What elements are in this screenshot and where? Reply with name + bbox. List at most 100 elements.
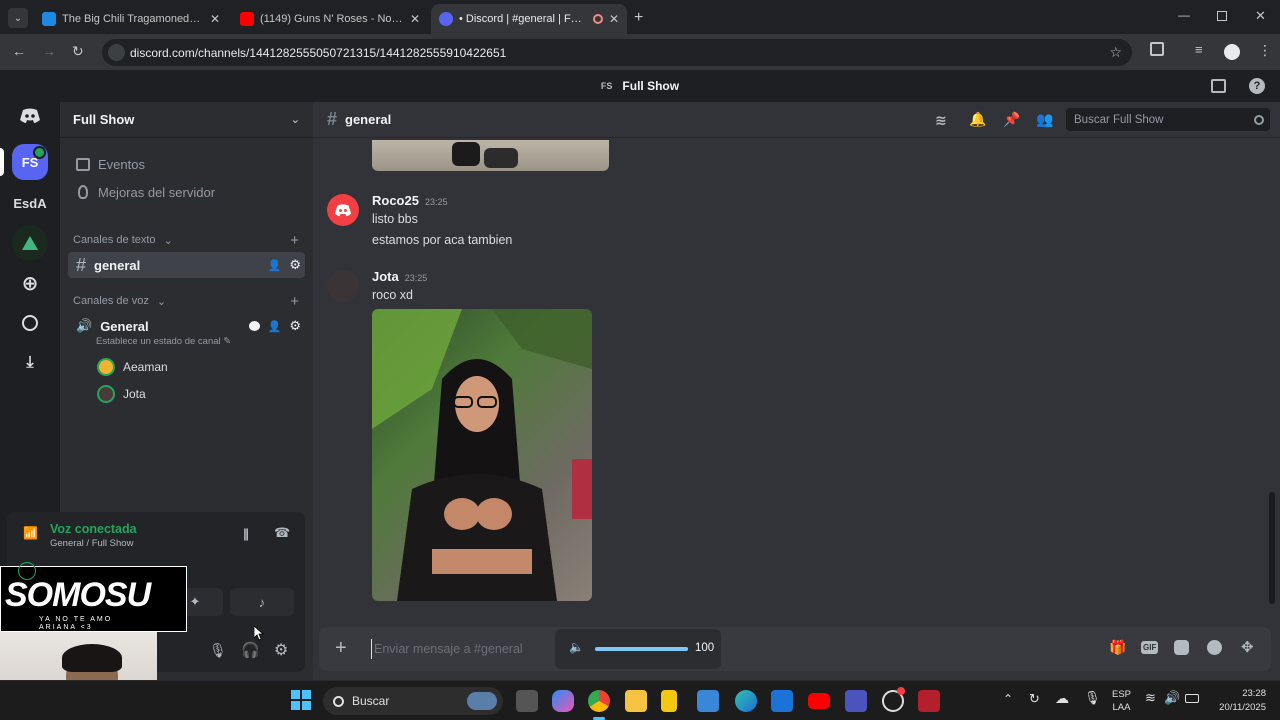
add-attachment-icon[interactable]: + bbox=[335, 637, 347, 660]
add-channel-icon[interactable]: + bbox=[290, 293, 299, 310]
chevron-up-icon[interactable]: ⌃ bbox=[1003, 692, 1013, 706]
store-icon[interactable] bbox=[697, 690, 719, 712]
outlook-icon[interactable] bbox=[771, 690, 793, 712]
microphone-tray-icon[interactable]: 🎙 bbox=[1084, 690, 1101, 706]
chat-bubble-icon[interactable] bbox=[248, 321, 260, 331]
forward-arrow-icon[interactable]: → bbox=[42, 43, 56, 59]
invite-member-icon[interactable]: 👤 bbox=[268, 259, 282, 272]
disconnect-icon[interactable]: ☎ bbox=[274, 525, 290, 541]
taskbar-search[interactable]: Buscar bbox=[323, 687, 503, 715]
file-explorer-icon[interactable] bbox=[625, 690, 647, 712]
message-text: estamos por aca tambien bbox=[372, 233, 513, 247]
gift-icon[interactable]: 🎁 bbox=[1109, 639, 1126, 656]
restore-icon[interactable] bbox=[1217, 11, 1227, 21]
edge-icon[interactable] bbox=[735, 690, 757, 712]
voice-user-jota[interactable]: Jota bbox=[97, 385, 146, 403]
add-channel-icon[interactable]: + bbox=[290, 232, 299, 249]
signal-icon[interactable]: 📶 bbox=[23, 526, 38, 540]
sidebar-item-events[interactable]: Eventos bbox=[68, 152, 305, 176]
close-tab-icon[interactable]: ✕ bbox=[410, 12, 420, 26]
browser-tab-2[interactable]: • Discord | #general | Full Sh ✕ bbox=[431, 4, 627, 34]
message-input[interactable]: Enviar mensaje a #general bbox=[371, 639, 561, 659]
download-icon[interactable]: ⤓ bbox=[12, 345, 48, 381]
bookmark-star-icon[interactable]: ☆ bbox=[1109, 44, 1122, 61]
close-tab-icon[interactable]: ✕ bbox=[210, 12, 220, 26]
voice-channel-general[interactable]: 🔊 General 👤 ⚙ bbox=[68, 314, 305, 338]
voice-status[interactable]: Voz conectada bbox=[50, 522, 137, 536]
reading-list-icon[interactable]: ≡ bbox=[1195, 42, 1203, 57]
message-author[interactable]: Jota bbox=[372, 269, 399, 284]
site-info-icon[interactable] bbox=[108, 44, 125, 61]
gear-icon[interactable]: ⚙ bbox=[289, 257, 301, 273]
invite-member-icon[interactable]: 👤 bbox=[268, 320, 282, 333]
chrome-menu-icon[interactable]: ⋮ bbox=[1258, 42, 1272, 59]
volume-tray-icon[interactable]: 🔊 bbox=[1164, 690, 1180, 706]
address-bar[interactable]: discord.com/channels/1441282555050721315… bbox=[102, 39, 1132, 66]
browser-tab-1[interactable]: (1149) Guns N' Roses - Novemb ✕ bbox=[232, 4, 428, 34]
voice-status-hint[interactable]: Establece un estado de canal ✎ bbox=[96, 336, 231, 347]
server-esda[interactable]: EsdA bbox=[12, 185, 48, 221]
gear-icon[interactable]: ⚙ bbox=[274, 640, 288, 660]
message-avatar[interactable] bbox=[327, 194, 359, 226]
category-text-channels[interactable]: Canales de texto ⌄ + bbox=[68, 228, 305, 252]
message-author[interactable]: Roco25 bbox=[372, 193, 419, 208]
sidebar-item-boosts[interactable]: Mejoras del servidor bbox=[68, 180, 305, 204]
windows-start-icon[interactable] bbox=[291, 690, 311, 710]
copilot-icon[interactable] bbox=[552, 690, 574, 712]
emoji-icon[interactable] bbox=[1207, 640, 1222, 655]
attachment-image-top[interactable] bbox=[372, 140, 609, 171]
server-green-logo[interactable] bbox=[12, 225, 48, 261]
new-tab-button[interactable]: + bbox=[634, 9, 643, 27]
boost-gem-icon bbox=[78, 185, 88, 199]
back-arrow-icon[interactable]: ← bbox=[12, 43, 26, 59]
scrollbar-thumb[interactable] bbox=[1269, 492, 1275, 604]
discord-home-icon[interactable] bbox=[12, 98, 48, 134]
volume-icon[interactable]: 🔈 bbox=[569, 640, 584, 654]
gif-icon[interactable]: GIF bbox=[1141, 641, 1159, 654]
extensions-icon[interactable] bbox=[1150, 42, 1164, 56]
attachment-image[interactable] bbox=[372, 309, 592, 601]
reload-icon[interactable]: ↻ bbox=[72, 43, 84, 60]
chrome-icon[interactable] bbox=[588, 690, 610, 712]
category-voice-channels[interactable]: Canales de voz ⌄ + bbox=[68, 289, 305, 313]
gear-icon[interactable]: ⚙ bbox=[289, 318, 301, 334]
noise-suppression-icon[interactable]: ||| bbox=[243, 526, 249, 541]
volume-slider[interactable] bbox=[595, 647, 688, 651]
search-input[interactable]: Buscar Full Show bbox=[1066, 108, 1270, 131]
headphones-icon[interactable]: 🎧 bbox=[241, 641, 260, 659]
inbox-icon[interactable] bbox=[1211, 79, 1226, 93]
bell-icon[interactable]: 🔔 bbox=[969, 111, 986, 128]
power-bi-icon[interactable] bbox=[661, 690, 677, 712]
battery-icon[interactable] bbox=[1185, 694, 1199, 703]
server-header[interactable]: Full Show ⌄ bbox=[60, 102, 313, 138]
red-app-icon[interactable] bbox=[918, 690, 940, 712]
threads-icon[interactable]: ≋ bbox=[935, 112, 947, 129]
channel-general[interactable]: # general 👤 ⚙ bbox=[68, 252, 305, 278]
close-tab-icon[interactable]: ✕ bbox=[609, 12, 619, 26]
pin-icon[interactable]: 📌 bbox=[1003, 111, 1020, 128]
apps-icon[interactable]: ✥ bbox=[1241, 638, 1254, 656]
teams-icon[interactable] bbox=[845, 690, 867, 712]
microphone-icon[interactable]: 🎙 bbox=[209, 642, 227, 659]
add-server-icon[interactable]: ⊕ bbox=[12, 265, 48, 301]
youtube-icon[interactable] bbox=[808, 693, 830, 709]
message-avatar[interactable] bbox=[327, 270, 359, 302]
tab-search-button[interactable]: ⌄ bbox=[8, 8, 28, 28]
clock[interactable]: 23:28 20/11/2025 bbox=[1206, 687, 1266, 715]
voice-user-aeaman[interactable]: Aeaman bbox=[97, 358, 168, 376]
close-window-icon[interactable]: ✕ bbox=[1255, 8, 1266, 24]
soundboard-button[interactable]: ♪ bbox=[230, 588, 294, 616]
language-indicator[interactable]: ESP LAA bbox=[1112, 688, 1131, 714]
sync-icon[interactable]: ↻ bbox=[1029, 691, 1040, 707]
task-view-icon[interactable] bbox=[516, 690, 538, 712]
sticker-icon[interactable] bbox=[1174, 640, 1189, 655]
voice-location[interactable]: General / Full Show bbox=[50, 538, 133, 549]
discover-icon[interactable] bbox=[12, 305, 48, 341]
cloud-icon[interactable]: ☁ bbox=[1055, 690, 1069, 707]
minimize-icon[interactable]: — bbox=[1178, 8, 1190, 22]
browser-tab-0[interactable]: The Big Chili Tragamonedas | 1x ✕ bbox=[34, 4, 228, 34]
profile-avatar-icon[interactable] bbox=[1224, 44, 1240, 60]
members-icon[interactable]: 👥 bbox=[1036, 111, 1053, 128]
wifi-icon[interactable]: ≋ bbox=[1145, 690, 1156, 706]
help-icon[interactable]: ? bbox=[1249, 78, 1265, 94]
